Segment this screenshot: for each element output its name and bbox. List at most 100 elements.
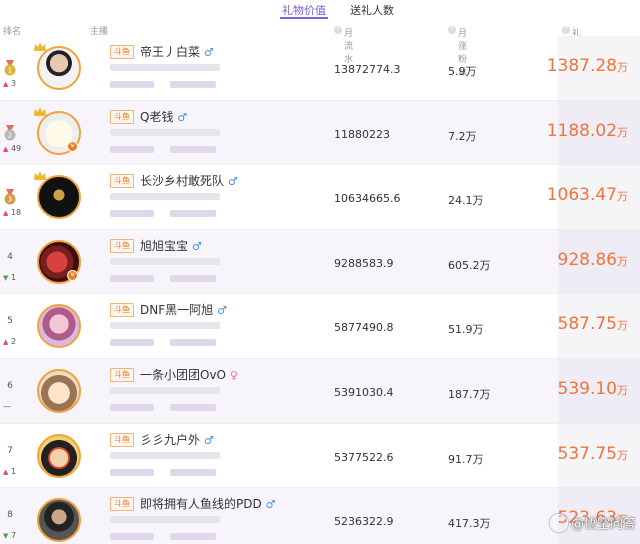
avatar[interactable] <box>37 368 81 413</box>
monthly-fans-value: 7.2万 <box>448 129 477 143</box>
monthly-fans-value: 24.1万 <box>448 194 484 208</box>
male-icon: ♂ <box>203 433 214 447</box>
table-row[interactable]: 8 ▼ 7 斗鱼 即将拥有人鱼线的PDD ♂ 5236322.9 417.3万 … <box>0 488 640 544</box>
blurred-tag <box>110 403 154 411</box>
table-row[interactable]: 2 ▲ 49 v 斗鱼 Q老钱 ♂ 11880223 7.2万 1188.02万 <box>0 100 640 166</box>
platform-badge: 斗鱼 <box>110 303 134 318</box>
blurred-tag <box>110 145 154 153</box>
platform-badge: 斗鱼 <box>110 432 134 447</box>
monthly-flow-value: 5877490.8 <box>334 321 394 335</box>
tab-gift-value[interactable]: 礼物价值 <box>280 2 328 19</box>
trend-up-icon: ▲ <box>3 144 9 153</box>
blurred-tag <box>170 274 216 282</box>
rank-trend: ▲ 49 <box>3 143 22 153</box>
monthly-flow-value: 5391030.4 <box>334 385 394 399</box>
trend-down-icon: ▼ <box>3 532 9 541</box>
blurred-text <box>110 128 220 136</box>
gift-cell: 1387.28万 <box>547 36 640 100</box>
blurred-tag <box>170 145 216 153</box>
male-icon: ♂ <box>191 239 202 253</box>
trend-up-icon: ▲ <box>3 209 9 218</box>
gift-value: 587.75万 <box>557 314 628 335</box>
tab-bar: 礼物价值 送礼人数 <box>0 0 640 20</box>
blurred-text <box>110 257 220 265</box>
avatar[interactable] <box>37 175 81 220</box>
avatar[interactable] <box>37 304 81 349</box>
monthly-flow-value: 5236322.9 <box>334 515 394 529</box>
male-icon: ♂ <box>265 498 276 512</box>
rank-number: 4 <box>7 251 13 262</box>
blurred-text <box>110 322 220 330</box>
platform-badge: 斗鱼 <box>110 238 134 253</box>
ranking-list: 1 ▲ 3 斗鱼 帝王丿白菜 ♂ 13872774.3 5.9万 1387.28… <box>0 36 640 544</box>
streamer-name[interactable]: 即将拥有人鱼线的PDD ♂ <box>140 495 275 512</box>
blurred-text <box>110 516 220 524</box>
medal-icon: 3 <box>4 189 16 205</box>
blurred-tag <box>110 81 154 88</box>
blurred-tag <box>170 339 216 347</box>
header-monthly-fans[interactable]: ? 月涨粉丝 <box>448 24 467 78</box>
help-icon: ? <box>334 26 342 34</box>
avatar[interactable] <box>37 433 81 478</box>
trend-up-icon: ▲ <box>3 338 9 347</box>
medal-number: 1 <box>8 67 12 75</box>
monthly-flow-value: 9288583.9 <box>334 256 394 270</box>
trend-up-icon: ▲ <box>3 467 9 476</box>
gift-value: 1063.47万 <box>546 185 628 206</box>
gift-cell: 928.86万 <box>557 229 640 294</box>
table-row[interactable]: 3 ▲ 18 斗鱼 长沙乡村敢死队 ♂ 10634665.6 24.1万 106… <box>0 165 640 230</box>
gift-value: 1188.02万 <box>546 120 628 141</box>
help-icon: ? <box>562 26 570 34</box>
streamer-name[interactable]: 一条小团团OvO ♀ <box>140 366 238 383</box>
streamer-name[interactable]: 彡彡九户外 ♂ <box>140 431 214 448</box>
table-header: 排名 主播 ?月流水 ?月涨粉丝 ?礼物价值 <box>0 22 640 78</box>
female-icon: ♀ <box>229 368 238 382</box>
monthly-fans-value: 5.9万 <box>448 65 477 78</box>
platform-badge: 斗鱼 <box>110 367 134 382</box>
monthly-flow-value: 5377522.6 <box>334 450 394 464</box>
table-row[interactable]: 1 ▲ 3 斗鱼 帝王丿白菜 ♂ 13872774.3 5.9万 1387.28… <box>0 36 640 101</box>
gift-cell: 537.75万 <box>558 424 640 488</box>
gift-value: 1387.28万 <box>546 56 628 76</box>
table-row[interactable]: 6 — 斗鱼 一条小团团OvO ♀ 5391030.4 187.7万 539.1… <box>0 358 640 424</box>
rank-trend: ▼ 7 <box>3 531 17 541</box>
gift-value: 537.75万 <box>557 443 628 464</box>
tab-sender-count[interactable]: 送礼人数 <box>350 2 394 18</box>
platform-badge: 斗鱼 <box>110 174 134 189</box>
rank-number: 6 <box>7 380 13 391</box>
streamer-name[interactable]: 帝王丿白菜 ♂ <box>140 43 214 60</box>
rank-trend: — <box>3 401 11 411</box>
avatar[interactable] <box>37 498 81 543</box>
gift-value: 928.86万 <box>557 249 628 270</box>
header-gift-value[interactable]: ?礼物价值 <box>562 24 581 78</box>
blurred-text <box>110 451 220 459</box>
monthly-fans-value: 605.2万 <box>448 258 491 272</box>
blurred-text <box>110 386 220 394</box>
table-row[interactable]: 4 ▼ 1 v 斗鱼 旭旭宝宝 ♂ 9288583.9 605.2万 928.8… <box>0 229 640 295</box>
male-icon: ♂ <box>216 304 227 318</box>
medal-number: 2 <box>8 131 12 139</box>
male-icon: ♂ <box>177 110 188 124</box>
header-monthly-flow[interactable]: ? 月流水 <box>334 24 353 65</box>
streamer-name[interactable]: 旭旭宝宝 ♂ <box>140 237 202 254</box>
blurred-tag <box>110 468 154 476</box>
streamer-name[interactable]: 长沙乡村敢死队 ♂ <box>140 172 238 189</box>
verified-icon: v <box>67 140 78 152</box>
trend-up-icon: ▲ <box>3 80 9 88</box>
platform-badge: 斗鱼 <box>110 109 134 124</box>
blurred-tag <box>110 210 154 218</box>
streamer-name[interactable]: DNF黑一阿旭 ♂ <box>140 301 227 318</box>
avatar[interactable] <box>37 46 81 90</box>
medal-icon: 1 <box>4 60 16 76</box>
rank-number: 5 <box>7 316 13 327</box>
monthly-fans-value: 417.3万 <box>448 517 491 531</box>
table-row[interactable]: 7 ▲ 1 斗鱼 彡彡九户外 ♂ 5377522.6 91.7万 537.75万 <box>0 424 640 489</box>
gift-cell: 1188.02万 <box>547 100 640 165</box>
platform-badge: 斗鱼 <box>110 45 134 59</box>
monthly-fans-value: 91.7万 <box>448 452 484 466</box>
medal-icon: 2 <box>4 124 16 141</box>
rank-number: 7 <box>7 445 13 456</box>
blurred-text <box>110 193 220 201</box>
table-row[interactable]: 5 ▲ 2 斗鱼 DNF黑一阿旭 ♂ 5877490.8 51.9万 587.7… <box>0 294 640 359</box>
streamer-name[interactable]: Q老钱 ♂ <box>140 108 187 125</box>
